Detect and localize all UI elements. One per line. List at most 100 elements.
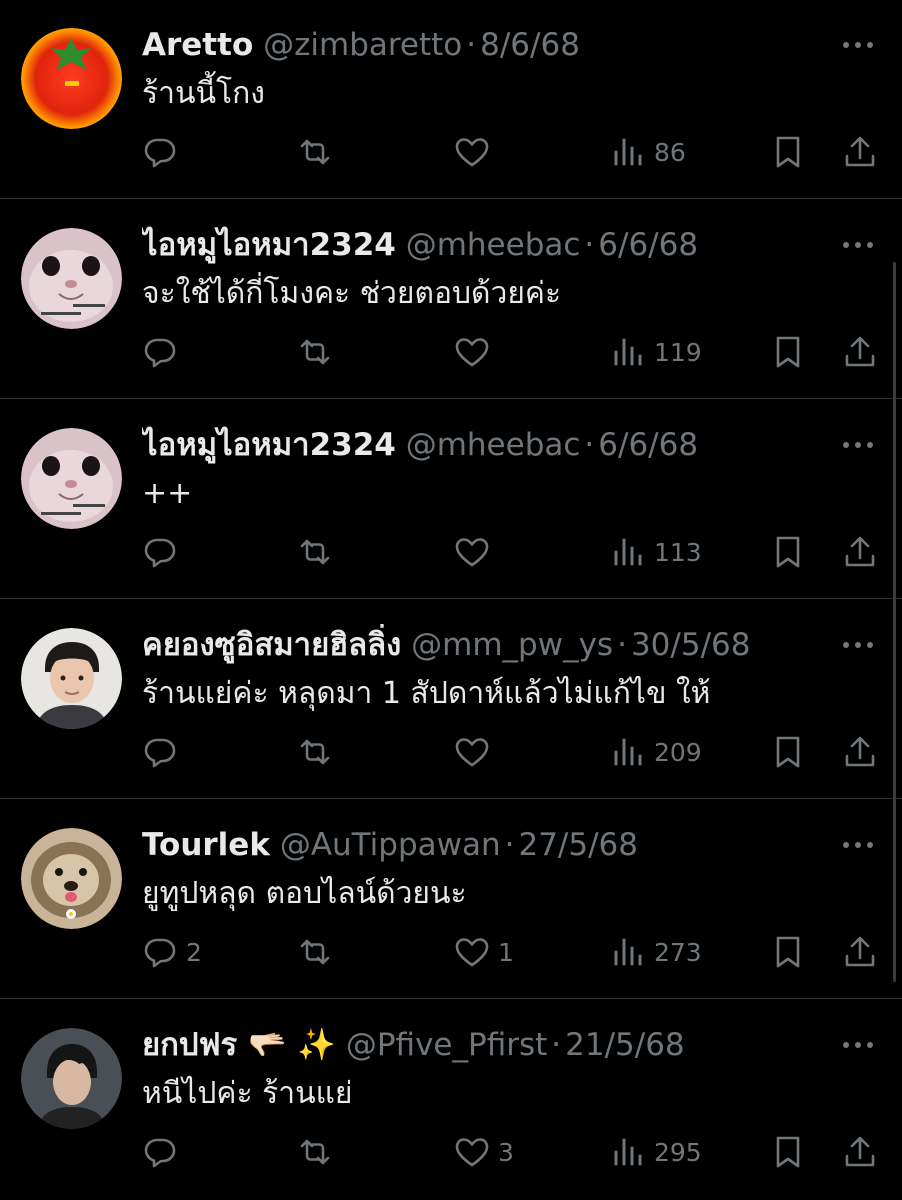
retweet-button[interactable]	[297, 930, 333, 974]
views-icon	[614, 738, 642, 766]
cat-avatar-icon	[21, 428, 122, 529]
more-options-icon[interactable]	[838, 30, 878, 60]
user-handle[interactable]: @Pfive_Pfirst	[346, 1027, 547, 1063]
share-button[interactable]	[842, 130, 878, 174]
tweet[interactable]: ไอหมูไอหมา2324 @mheebac · 6/6/68 จะใช้ได้ก…	[0, 200, 902, 399]
retweet-icon	[300, 139, 330, 165]
views-icon	[614, 1138, 642, 1166]
user-handle[interactable]: @mheebac	[406, 227, 581, 263]
reply-count: 2	[186, 937, 202, 967]
reply-icon	[144, 538, 176, 568]
tomato-avatar-icon	[21, 28, 122, 129]
heart-icon	[455, 538, 489, 567]
avatar[interactable]	[21, 228, 122, 329]
separator-dot: ·	[584, 227, 595, 263]
bookmark-icon	[776, 136, 800, 168]
action-bar: 209	[142, 730, 882, 774]
tweet-date[interactable]: 27/5/68	[518, 827, 638, 863]
bookmark-button[interactable]	[770, 130, 806, 174]
scrollbar[interactable]	[893, 262, 896, 982]
tweet[interactable]: คยองซูอิสมายฮิลลิ่ง @mm_pw_ys · 30/5/68 ร้…	[0, 600, 902, 799]
tweet[interactable]: Tourlek @AuTippawan · 27/5/68 ยูทูปหลุด ตอ…	[0, 800, 902, 999]
display-name[interactable]: Aretto	[142, 27, 253, 63]
like-button[interactable]: 3	[454, 1130, 514, 1174]
views-button[interactable]: 273	[610, 930, 702, 974]
user-handle[interactable]: @mheebac	[406, 427, 581, 463]
more-options-icon[interactable]	[838, 630, 878, 660]
tweet[interactable]: ยกปฟร 🫳🏻 ✨ @Pfive_Pfirst · 21/5/68 หนีไปค่…	[0, 1000, 902, 1199]
tweet-date[interactable]: 6/6/68	[598, 427, 698, 463]
like-count: 1	[498, 937, 514, 967]
retweet-button[interactable]	[297, 330, 333, 374]
retweet-button[interactable]	[297, 730, 333, 774]
tweet-date[interactable]: 8/6/68	[480, 27, 580, 63]
tweet-date[interactable]: 21/5/68	[565, 1027, 685, 1063]
share-button[interactable]	[842, 1130, 878, 1174]
display-name[interactable]: คยองซูอิสมายฮิลลิ่ง	[142, 627, 401, 663]
reply-button[interactable]	[142, 130, 186, 174]
retweet-button[interactable]	[297, 130, 333, 174]
display-name[interactable]: ยกปฟร 🫳🏻 ✨	[142, 1027, 336, 1063]
reply-icon	[144, 138, 176, 168]
avatar[interactable]	[21, 628, 122, 729]
man-avatar-icon	[21, 628, 122, 729]
views-button[interactable]: 86	[610, 130, 686, 174]
like-button[interactable]	[454, 330, 498, 374]
share-button[interactable]	[842, 330, 878, 374]
user-handle[interactable]: @zimbaretto	[263, 27, 462, 63]
retweet-button[interactable]	[297, 530, 333, 574]
reply-button[interactable]	[142, 1130, 186, 1174]
tweet-text: ร้านนี้โกง	[142, 76, 265, 111]
reply-icon	[144, 738, 176, 768]
reply-button[interactable]	[142, 730, 186, 774]
action-bar: 119	[142, 330, 882, 374]
tweet-date[interactable]: 30/5/68	[631, 627, 751, 663]
share-button[interactable]	[842, 530, 878, 574]
view-count: 273	[654, 937, 702, 967]
reply-button[interactable]: 2	[142, 930, 202, 974]
bookmark-icon	[776, 1136, 800, 1168]
user-handle[interactable]: @mm_pw_ys	[411, 627, 613, 663]
more-options-icon[interactable]	[838, 830, 878, 860]
like-button[interactable]	[454, 530, 498, 574]
more-options-icon[interactable]	[838, 430, 878, 460]
tweet[interactable]: ไอหมูไอหมา2324 @mheebac · 6/6/68 ++ 113	[0, 400, 902, 599]
bookmark-button[interactable]	[770, 330, 806, 374]
user-handle[interactable]: @AuTippawan	[280, 827, 501, 863]
tweet[interactable]: Aretto @zimbaretto · 8/6/68 ร้านนี้โกง 86	[0, 0, 902, 199]
action-bar: 113	[142, 530, 882, 574]
avatar[interactable]	[21, 1028, 122, 1129]
bookmark-button[interactable]	[770, 530, 806, 574]
avatar[interactable]	[21, 28, 122, 129]
bookmark-button[interactable]	[770, 1130, 806, 1174]
views-button[interactable]: 209	[610, 730, 702, 774]
like-button[interactable]	[454, 730, 498, 774]
reply-button[interactable]	[142, 530, 186, 574]
display-name[interactable]: ไอหมูไอหมา2324	[142, 227, 396, 263]
more-options-icon[interactable]	[838, 230, 878, 260]
views-button[interactable]: 295	[610, 1130, 702, 1174]
views-icon	[614, 338, 642, 366]
views-icon	[614, 138, 642, 166]
views-button[interactable]: 119	[610, 330, 702, 374]
person-avatar-icon	[21, 1028, 122, 1129]
more-options-icon[interactable]	[838, 1030, 878, 1060]
views-button[interactable]: 113	[610, 530, 702, 574]
retweet-icon	[300, 1139, 330, 1165]
action-bar: 2 1 273	[142, 930, 882, 974]
display-name[interactable]: Tourlek	[142, 827, 270, 863]
share-button[interactable]	[842, 730, 878, 774]
reply-button[interactable]	[142, 330, 186, 374]
avatar[interactable]	[21, 428, 122, 529]
share-button[interactable]	[842, 930, 878, 974]
tweet-date[interactable]: 6/6/68	[598, 227, 698, 263]
separator-dot: ·	[551, 1027, 562, 1063]
like-button[interactable]	[454, 130, 498, 174]
retweet-button[interactable]	[297, 1130, 333, 1174]
bookmark-button[interactable]	[770, 930, 806, 974]
display-name[interactable]: ไอหมูไอหมา2324	[142, 427, 396, 463]
like-button[interactable]: 1	[454, 930, 514, 974]
bookmark-button[interactable]	[770, 730, 806, 774]
avatar[interactable]	[21, 828, 122, 929]
view-count: 86	[654, 137, 686, 167]
